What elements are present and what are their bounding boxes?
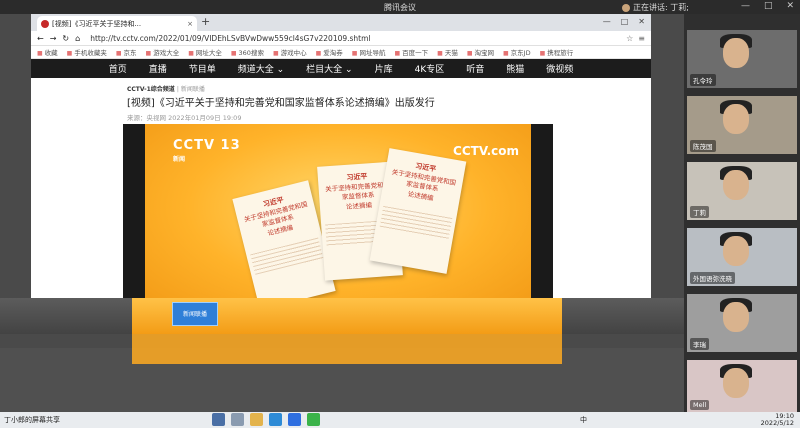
bookmark-item[interactable]: 携程旅行	[540, 47, 573, 57]
star-icon[interactable]: ☆	[626, 34, 633, 43]
meeting-title-bar: 腾讯会议 正在讲话: 丁莉; — □ ✕	[0, 0, 800, 14]
forward-icon[interactable]: →	[50, 34, 57, 43]
screen-share-label: 丁小郎的屏幕共享	[4, 416, 60, 424]
minimize-button[interactable]: —	[741, 1, 750, 11]
participant-name: 外国语弥洗晓	[690, 272, 735, 284]
windows-start-icon[interactable]	[212, 413, 225, 426]
search-icon[interactable]	[231, 413, 244, 426]
bookmark-item[interactable]: 游戏中心	[273, 47, 307, 57]
participant-name: 李瑞	[690, 338, 709, 350]
participant-face	[723, 170, 749, 200]
bookmark-item[interactable]: 收藏	[37, 47, 58, 57]
clock[interactable]: 19:10 2022/5/12	[761, 413, 794, 427]
url-input[interactable]: http://tv.cctv.com/2022/01/09/VIDEhLSvBV…	[86, 33, 620, 44]
participant-face	[723, 236, 749, 266]
bookmark-item[interactable]: 爱淘券	[316, 47, 343, 57]
browser-window: [视频]《习近平关于坚持和... × + — □ ✕ ← → ↻ ⌂ http:…	[31, 14, 651, 310]
participant-face	[723, 302, 749, 332]
folder-icon[interactable]	[250, 413, 263, 426]
participant-face	[723, 38, 749, 68]
taskbar-apps	[212, 413, 320, 426]
bookmark-item[interactable]: 手机收藏夹	[67, 47, 107, 57]
tab-strip: [视频]《习近平关于坚持和... × + — □ ✕	[31, 14, 651, 31]
participant-name: 丁莉	[690, 206, 709, 218]
back-icon[interactable]: ←	[37, 34, 44, 43]
browser-close-button[interactable]: ✕	[638, 17, 645, 26]
article-page: CCTV-1综合频道 | 新闻联播 [视频]《习近平关于坚持和完善党和国家监督体…	[31, 78, 651, 310]
nav-item-programs[interactable]: 栏目大全 ⌄	[306, 62, 352, 75]
maximize-button[interactable]: □	[764, 1, 773, 11]
cctv13-logo: CCTV 13 新闻	[173, 138, 241, 163]
article-meta: 来源：央视网 2022年01月09日 19:09	[127, 114, 242, 122]
breadcrumb-channel[interactable]: CCTV-1综合频道	[127, 86, 175, 93]
bookmark-item[interactable]: 天猫	[437, 47, 458, 57]
meeting-window-controls: — □ ✕	[741, 1, 794, 11]
nav-item-panda[interactable]: 熊猫	[506, 62, 524, 75]
bookmark-item[interactable]: 网址大全	[188, 47, 222, 57]
nav-item-audio[interactable]: 听音	[466, 62, 484, 75]
wechat-icon[interactable]	[307, 413, 320, 426]
video-lower-panel	[132, 334, 562, 364]
ime-indicator[interactable]: 中	[580, 415, 587, 425]
nav-item-microvideo[interactable]: 微视频	[546, 62, 573, 75]
close-button[interactable]: ✕	[786, 1, 794, 11]
nav-item-home[interactable]: 首页	[109, 62, 127, 75]
meeting-app: 腾讯会议 正在讲话: 丁莉; — □ ✕ [视频]《习近平关于坚持和... × …	[0, 0, 800, 428]
toolbar-icons: ☆ ≡	[626, 34, 645, 43]
video-frame: CCTV 13 新闻 CCTV.com 习近平 关于坚持和完善党和国家监督体系 …	[145, 124, 531, 310]
tab-close-icon[interactable]: ×	[187, 20, 193, 28]
nav-item-channels[interactable]: 频道大全 ⌄	[238, 62, 284, 75]
participant-tile[interactable]: 李瑞	[687, 294, 797, 352]
site-nav: 首页 直播 节目单 频道大全 ⌄ 栏目大全 ⌄ 片库 4K专区 听音 熊猫 微视…	[31, 59, 651, 78]
xinwen-lianbo-logo: 新闻联播	[172, 302, 218, 326]
nav-item-4k[interactable]: 4K专区	[415, 62, 445, 75]
browser-window-controls: — □ ✕	[603, 17, 645, 26]
bookmark-item[interactable]: 360搜索	[231, 47, 264, 57]
video-bottom-frame: 新闻联播	[132, 298, 562, 334]
bookmark-item[interactable]: 百度一下	[394, 47, 428, 57]
participant-tile[interactable]: 外国语弥洗晓	[687, 228, 797, 286]
participant-tile[interactable]: 孔令玲	[687, 30, 797, 88]
bookmarks-bar: 收藏 手机收藏夹 京东 游戏大全 网址大全 360搜索 游戏中心 爱淘券 网址导…	[31, 46, 651, 59]
participant-name: 陈茂国	[690, 140, 716, 152]
bookmark-item[interactable]: 京东JD	[503, 47, 531, 57]
participant-tile[interactable]: 陈茂国	[687, 96, 797, 154]
tab-title: [视频]《习近平关于坚持和...	[52, 19, 142, 28]
speaking-text: 正在讲话: 丁莉;	[633, 3, 689, 12]
nav-item-schedule[interactable]: 节目单	[189, 62, 216, 75]
browser-icon[interactable]	[269, 413, 282, 426]
speaking-indicator: 正在讲话: 丁莉;	[622, 2, 689, 13]
new-tab-button[interactable]: +	[201, 15, 210, 28]
participant-tile[interactable]: Mell	[687, 360, 797, 412]
breadcrumb: CCTV-1综合频道 | 新闻联播	[127, 86, 205, 93]
reload-icon[interactable]: ↻	[62, 34, 69, 43]
meeting-app-icon[interactable]	[288, 413, 301, 426]
cctv-com-logo: CCTV.com	[453, 144, 519, 158]
menu-icon[interactable]: ≡	[638, 34, 645, 43]
nav-item-live[interactable]: 直播	[149, 62, 167, 75]
participant-tile[interactable]: 丁莉	[687, 162, 797, 220]
taskbar: 丁小郎的屏幕共享 中 19:10 2022/5/12	[0, 412, 800, 428]
speaker-avatar	[622, 3, 630, 12]
nav-item-library[interactable]: 片库	[375, 62, 393, 75]
home-icon[interactable]: ⌂	[75, 34, 80, 43]
address-bar-row: ← → ↻ ⌂ http://tv.cctv.com/2022/01/09/VI…	[31, 31, 651, 46]
cctv-favicon-icon	[41, 19, 49, 28]
video-player[interactable]: CCTV 13 新闻 CCTV.com 习近平 关于坚持和完善党和国家监督体系 …	[123, 124, 553, 310]
browser-tab[interactable]: [视频]《习近平关于坚持和... ×	[37, 16, 197, 31]
browser-minimize-button[interactable]: —	[603, 17, 611, 26]
bookmark-item[interactable]: 游戏大全	[146, 47, 179, 57]
bookmark-item[interactable]: 网址导航	[352, 47, 385, 57]
participant-name: Mell	[690, 400, 710, 410]
browser-maximize-button[interactable]: □	[621, 17, 629, 26]
breadcrumb-program[interactable]: 新闻联播	[181, 86, 205, 93]
article-headline: [视频]《习近平关于坚持和完善党和国家监督体系论述摘编》出版发行	[127, 98, 435, 109]
participant-name: 孔令玲	[690, 74, 716, 86]
bookmark-item[interactable]: 淘宝网	[467, 47, 494, 57]
participant-face	[723, 368, 749, 398]
bookmark-item[interactable]: 京东	[116, 47, 137, 57]
participant-face	[723, 104, 749, 134]
participant-list: 孔令玲 陈茂国 丁莉 外国语弥洗晓 李瑞 Mell	[684, 14, 800, 428]
